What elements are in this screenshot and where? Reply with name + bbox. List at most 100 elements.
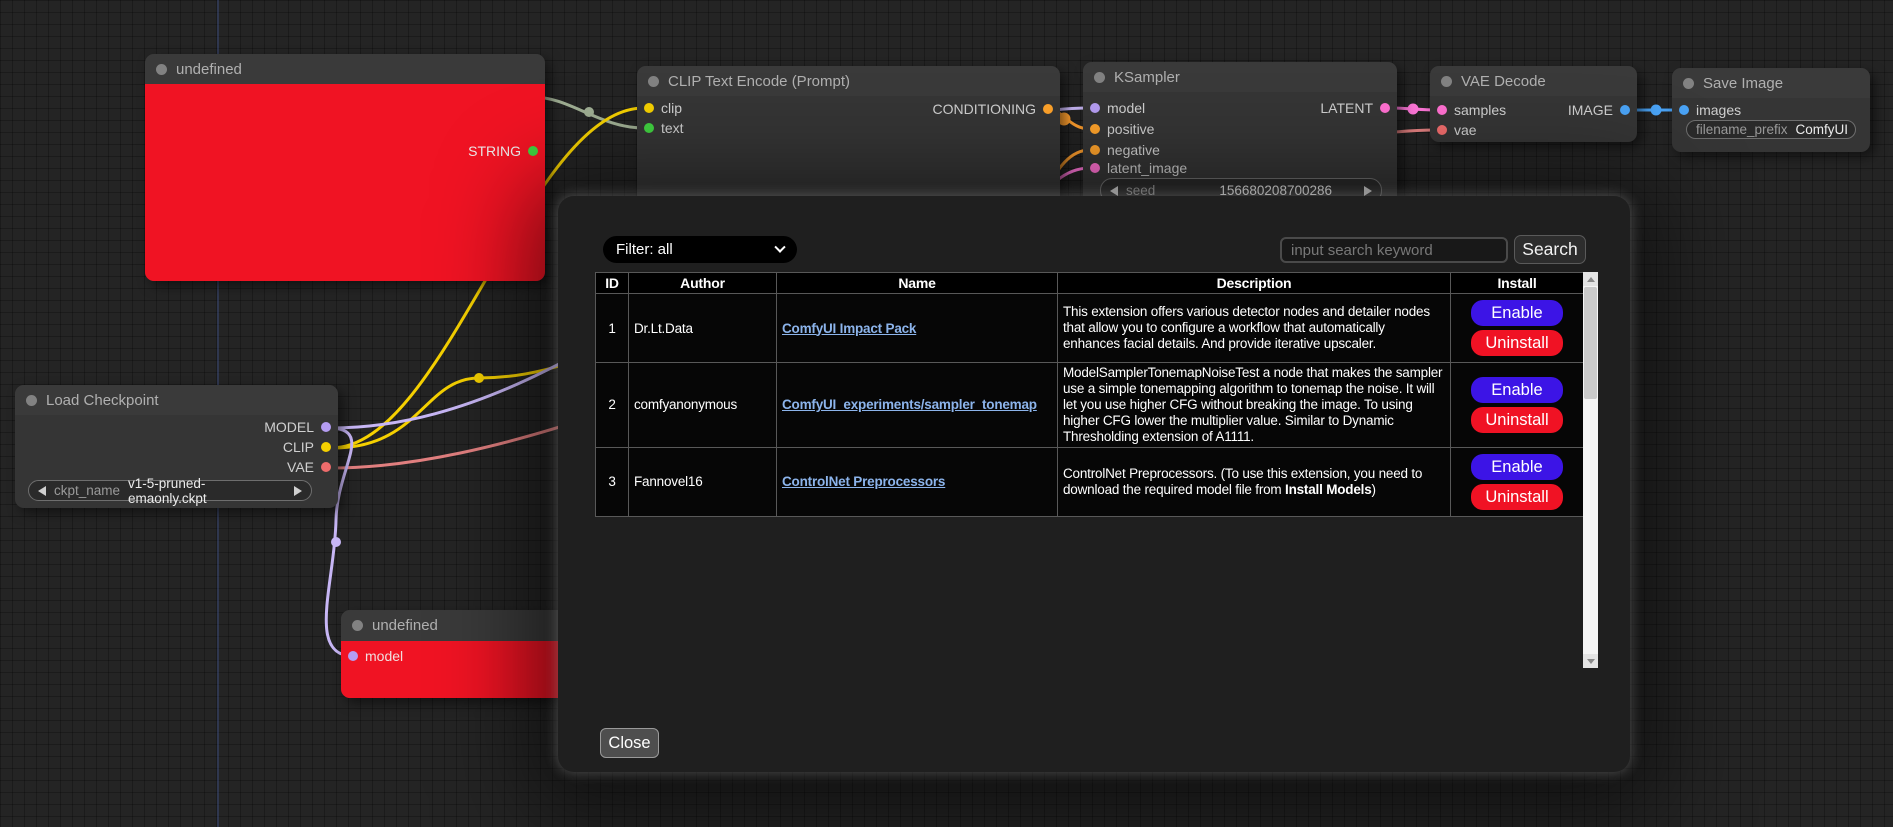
input-slot-latent-image[interactable]: latent_image	[1090, 159, 1187, 177]
node-save-image[interactable]: Save Image images filename_prefix ComfyU…	[1672, 68, 1870, 152]
node-undefined-top[interactable]: undefined STRING	[145, 54, 545, 281]
search-input[interactable]	[1280, 237, 1508, 263]
output-dot-conditioning[interactable]	[1043, 104, 1053, 114]
collapse-dot-icon[interactable]	[352, 620, 363, 631]
table-scrollbar[interactable]	[1583, 272, 1598, 668]
input-dot-samples[interactable]	[1437, 105, 1447, 115]
scroll-down-icon[interactable]	[1583, 654, 1598, 668]
input-dot-latent-image[interactable]	[1090, 163, 1100, 173]
extension-manager-dialog: Filter: all Search ID Author Name Descri…	[558, 196, 1630, 772]
node-title: CLIP Text Encode (Prompt)	[668, 73, 850, 90]
cell-author: Fannovel16	[629, 447, 777, 516]
input-slot-text[interactable]: text	[644, 119, 684, 137]
enable-button[interactable]: Enable	[1471, 454, 1563, 480]
collapse-dot-icon[interactable]	[1094, 72, 1105, 83]
prev-arrow-icon[interactable]	[38, 486, 46, 496]
uninstall-button[interactable]: Uninstall	[1471, 484, 1563, 510]
output-slot-latent[interactable]: LATENT	[1320, 99, 1390, 117]
table-row: 1 Dr.Lt.Data ComfyUI Impact Pack This ex…	[596, 294, 1584, 363]
increment-arrow-icon[interactable]	[1364, 186, 1372, 196]
extension-link[interactable]: ComfyUI Impact Pack	[782, 321, 916, 336]
output-dot-string[interactable]	[528, 146, 538, 156]
cell-description: ControlNet Preprocessors. (To use this e…	[1058, 447, 1451, 516]
node-ksampler[interactable]: KSampler model positive negative latent_…	[1083, 62, 1397, 212]
input-slot-positive[interactable]: positive	[1090, 120, 1154, 138]
header-author: Author	[629, 273, 777, 294]
node-title: undefined	[176, 61, 242, 78]
input-dot-images[interactable]	[1679, 105, 1689, 115]
output-slot-conditioning[interactable]: CONDITIONING	[933, 100, 1053, 118]
output-slot-clip[interactable]: CLIP	[283, 438, 331, 456]
decrement-arrow-icon[interactable]	[1110, 186, 1118, 196]
input-slot-model[interactable]: model	[1090, 99, 1145, 117]
input-slot-clip[interactable]: clip	[644, 99, 682, 117]
input-slot-samples[interactable]: samples	[1437, 101, 1506, 119]
node-title: KSampler	[1114, 69, 1180, 86]
node-title: VAE Decode	[1461, 73, 1546, 90]
filter-dropdown[interactable]: Filter: all	[603, 236, 797, 263]
table-row: 3 Fannovel16 ControlNet Preprocessors Co…	[596, 447, 1584, 516]
node-title-bar[interactable]: VAE Decode	[1430, 66, 1637, 96]
node-title-bar[interactable]: KSampler	[1083, 62, 1397, 92]
widget-value: ComfyUI	[1796, 122, 1849, 137]
input-dot-positive[interactable]	[1090, 124, 1100, 134]
input-slot-images[interactable]: images	[1679, 101, 1741, 119]
collapse-dot-icon[interactable]	[156, 64, 167, 75]
search-button[interactable]: Search	[1514, 235, 1586, 264]
cell-author: Dr.Lt.Data	[629, 294, 777, 363]
close-button[interactable]: Close	[600, 728, 659, 758]
node-vae-decode[interactable]: VAE Decode samples vae IMAGE	[1430, 66, 1637, 142]
input-slot-negative[interactable]: negative	[1090, 141, 1160, 159]
cell-description: This extension offers various detector n…	[1058, 294, 1451, 363]
uninstall-button[interactable]: Uninstall	[1471, 407, 1563, 433]
header-install: Install	[1451, 273, 1584, 294]
node-title-bar[interactable]: Save Image	[1672, 68, 1870, 98]
enable-button[interactable]: Enable	[1471, 300, 1563, 326]
input-dot-model[interactable]	[1090, 103, 1100, 113]
filename-prefix-widget[interactable]: filename_prefix ComfyUI	[1686, 120, 1856, 139]
output-dot-vae[interactable]	[321, 462, 331, 472]
ckpt-name-widget[interactable]: ckpt_name v1-5-pruned-emaonly.ckpt	[28, 480, 312, 501]
input-slot-vae[interactable]: vae	[1437, 121, 1477, 139]
table-row: 2 comfyanonymous ComfyUI_experiments/sam…	[596, 363, 1584, 448]
node-title-bar[interactable]: undefined	[145, 54, 545, 84]
node-graph-canvas[interactable]: undefined STRING CLIP Text Encode (Promp…	[0, 0, 1893, 827]
node-title-bar[interactable]: CLIP Text Encode (Prompt)	[637, 66, 1060, 96]
node-load-checkpoint[interactable]: Load Checkpoint MODEL CLIP VAE ckpt_name…	[15, 385, 338, 508]
extension-link[interactable]: ComfyUI_experiments/sampler_tonemap	[782, 397, 1037, 412]
node-title: Save Image	[1703, 75, 1783, 92]
output-dot-clip[interactable]	[321, 442, 331, 452]
enable-button[interactable]: Enable	[1471, 377, 1563, 403]
output-slot-vae[interactable]: VAE	[287, 458, 331, 476]
scroll-up-icon[interactable]	[1583, 272, 1598, 286]
error-node-body	[145, 84, 545, 281]
cell-id: 3	[596, 447, 629, 516]
collapse-dot-icon[interactable]	[26, 395, 37, 406]
extension-link[interactable]: ControlNet Preprocessors	[782, 474, 945, 489]
output-dot-model[interactable]	[321, 422, 331, 432]
uninstall-button[interactable]: Uninstall	[1471, 330, 1563, 356]
input-dot-vae[interactable]	[1437, 125, 1447, 135]
collapse-dot-icon[interactable]	[1683, 78, 1694, 89]
collapse-dot-icon[interactable]	[1441, 76, 1452, 87]
chevron-down-icon	[774, 241, 785, 252]
input-dot-clip[interactable]	[644, 103, 654, 113]
collapse-dot-icon[interactable]	[648, 76, 659, 87]
extension-table-container[interactable]: ID Author Name Description Install 1 Dr.…	[595, 272, 1598, 668]
output-dot-image[interactable]	[1620, 105, 1630, 115]
widget-value: v1-5-pruned-emaonly.ckpt	[128, 476, 276, 506]
output-slot-image[interactable]: IMAGE	[1568, 101, 1630, 119]
output-slot-string[interactable]: STRING	[468, 142, 538, 160]
output-dot-latent[interactable]	[1380, 103, 1390, 113]
next-arrow-icon[interactable]	[294, 486, 302, 496]
input-dot-model[interactable]	[348, 651, 358, 661]
node-title: undefined	[372, 617, 438, 634]
input-dot-negative[interactable]	[1090, 145, 1100, 155]
input-dot-text[interactable]	[644, 123, 654, 133]
filter-dropdown-label: Filter: all	[616, 241, 673, 258]
input-slot-model[interactable]: model	[348, 647, 403, 665]
cell-description: ModelSamplerTonemapNoiseTest a node that…	[1058, 363, 1451, 448]
scrollbar-thumb[interactable]	[1584, 287, 1597, 399]
node-title-bar[interactable]: Load Checkpoint	[15, 385, 338, 415]
output-slot-model[interactable]: MODEL	[264, 418, 331, 436]
